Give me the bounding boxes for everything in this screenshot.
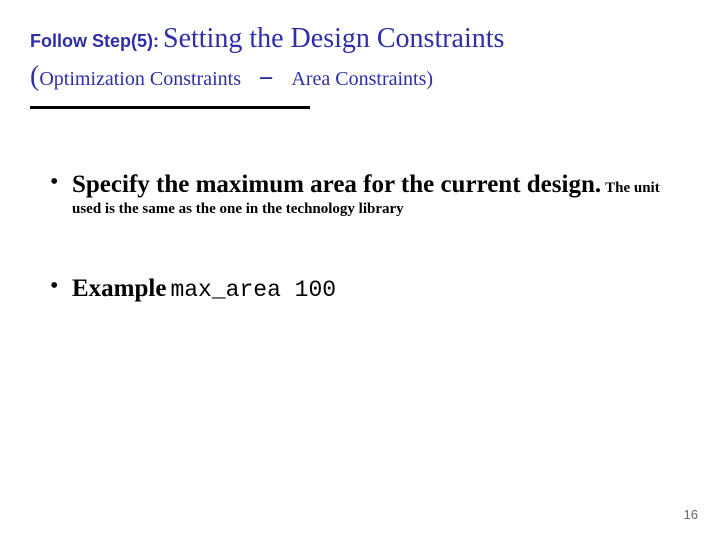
title-line-1: Follow Step(5): Setting the Design Const… (30, 20, 680, 58)
title-dash: – (241, 63, 291, 94)
bullet-item-1: Specify the maximum area for the current… (50, 169, 680, 218)
bullet-2-code: max_area 100 (170, 277, 336, 303)
title-line-2: (Optimization Constraints – Area Constra… (30, 58, 680, 98)
bullet-1-main: Specify the maximum area for the current… (72, 171, 601, 198)
bullet-2-label: Example (72, 275, 166, 302)
title-paren-open: ( (30, 61, 39, 92)
page-number: 16 (684, 507, 698, 522)
title-sub1: Optimization Constraints (39, 68, 241, 90)
title-underline (30, 106, 310, 109)
title-prefix: Follow Step(5): (30, 31, 159, 51)
title-main: Setting the Design Constraints (163, 23, 504, 54)
slide-container: Follow Step(5): Setting the Design Const… (0, 0, 720, 540)
slide-title: Follow Step(5): Setting the Design Const… (30, 20, 680, 98)
bullet-item-2: Example max_area 100 (50, 273, 680, 304)
bullet-list: Specify the maximum area for the current… (30, 169, 680, 305)
title-sub2: Area Constraints) (291, 68, 433, 90)
